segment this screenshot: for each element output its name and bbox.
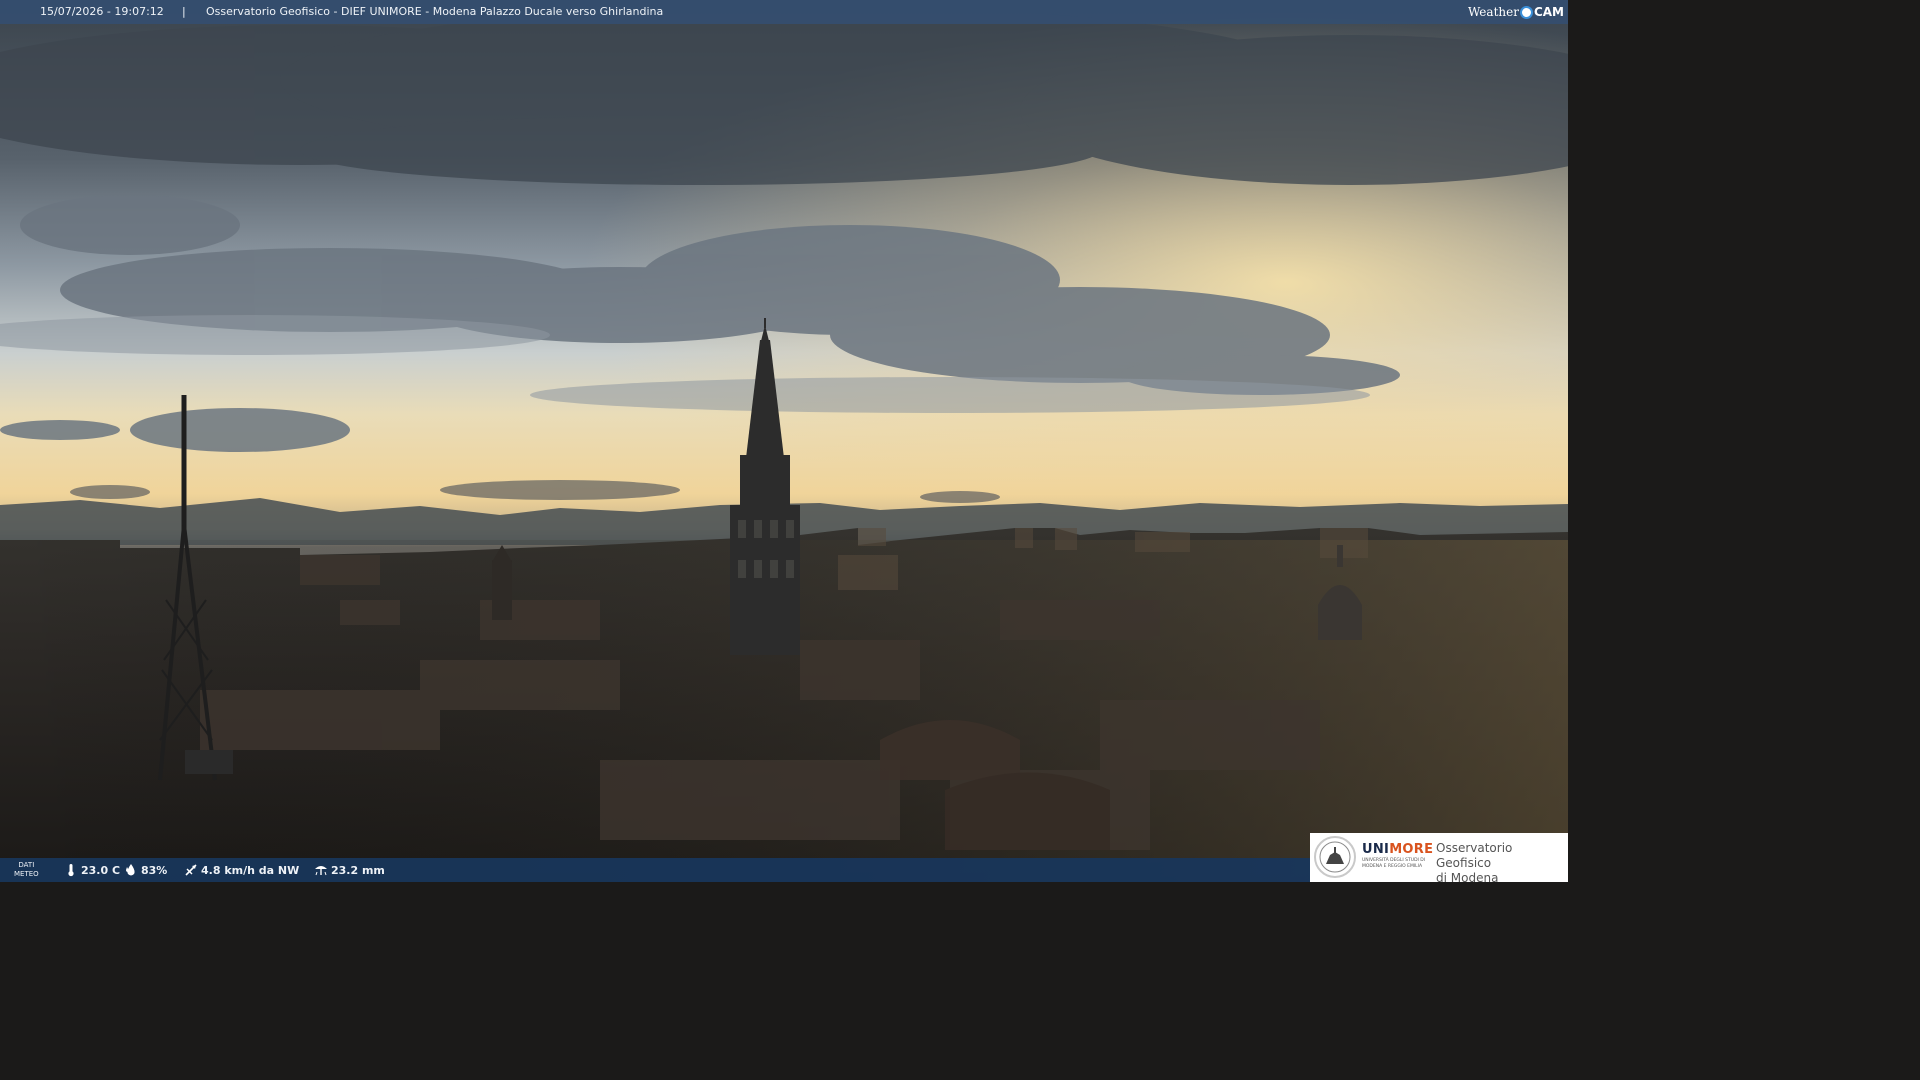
unimore-subtitle: UNIVERSITÀ DEGLI STUDI DI MODENA E REGGI…	[1362, 858, 1426, 869]
weathercam-logo: Weather CAM	[1468, 0, 1564, 24]
observatory-name: Osservatorio Geofisico di Modena	[1436, 841, 1568, 886]
unimore-logo-box: UNIMORE UNIVERSITÀ DEGLI STUDI DI MODENA…	[1310, 833, 1568, 885]
brand-cam-text: CAM	[1533, 5, 1564, 19]
rain-value: 23.2 mm	[331, 863, 385, 877]
camera-title: Osservatorio Geofisico - DIEF UNIMORE - …	[206, 5, 664, 18]
humidity-reading: 83%	[124, 858, 167, 882]
meteo-label-line1: DATI	[18, 861, 35, 869]
wind-value: 4.8 km/h da NW	[201, 863, 300, 877]
unimore-wordmark: UNIMORE	[1362, 842, 1433, 857]
wind-reading: 4.8 km/h da NW	[184, 858, 299, 882]
unimore-wordmark-part1: UNI	[1362, 842, 1390, 857]
webcam-image	[0, 0, 1568, 882]
meteo-label: DATI METEO	[14, 861, 39, 879]
brand-dot-icon	[1519, 5, 1533, 19]
rain-gauge-icon	[315, 866, 327, 876]
wind-vane-icon	[185, 864, 197, 876]
humidity-value: 83%	[141, 863, 168, 877]
observatory-name-line1: Osservatorio Geofisico	[1436, 841, 1513, 870]
unimore-wordmark-part2: MORE	[1389, 842, 1434, 857]
top-caption-bar: 15/07/2026 - 19:07:12 | Osservatorio Geo…	[0, 0, 1568, 24]
thermometer-icon	[68, 864, 74, 877]
rain-reading: 23.2 mm	[314, 858, 385, 882]
water-drop-icon	[126, 864, 135, 876]
temperature-value: 23.0 C	[81, 863, 121, 877]
temperature-reading: 23.0 C	[64, 858, 120, 882]
caption-separator: |	[182, 5, 186, 18]
observatory-name-line2: di Modena	[1436, 871, 1499, 885]
timestamp: 15/07/2026 - 19:07:12	[40, 5, 164, 18]
university-seal-icon	[1314, 836, 1356, 878]
meteo-data-bar: DATI METEO 23.0 C 83% 4.8 km/h da NW 23.…	[0, 858, 1310, 882]
meteo-label-line2: METEO	[14, 870, 39, 878]
brand-weather-text: Weather	[1467, 5, 1519, 19]
